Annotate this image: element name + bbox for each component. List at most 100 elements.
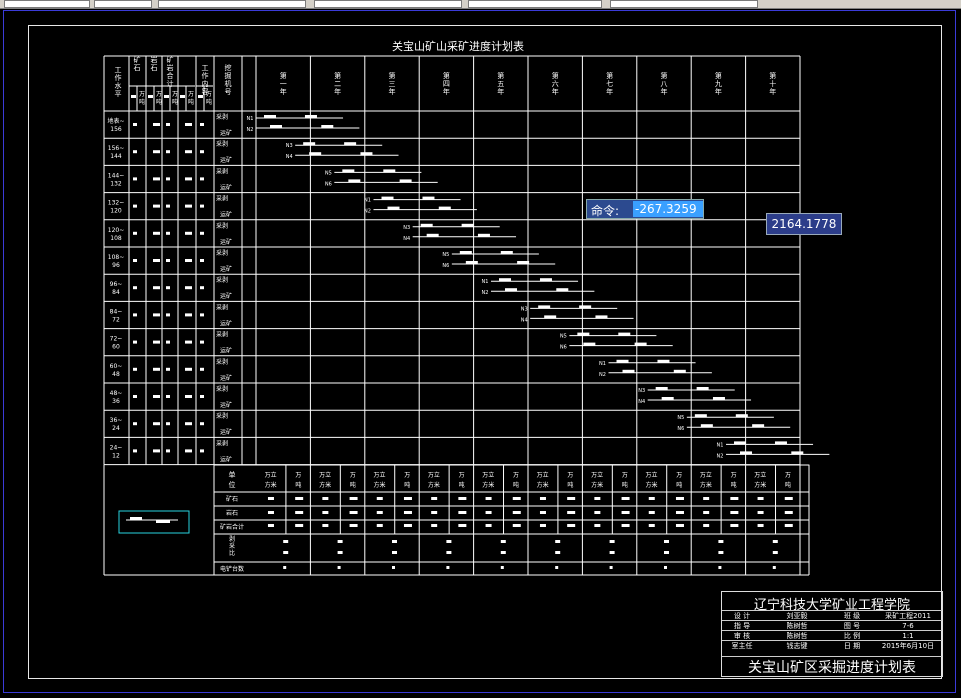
level-value-bar — [200, 204, 204, 208]
level-label: 72~ — [110, 336, 123, 343]
gantt-bar — [309, 152, 322, 156]
level-value-bar — [200, 286, 204, 290]
summary-unit-b: 吨 — [731, 481, 737, 489]
command-input[interactable]: -267.3259 — [633, 201, 703, 217]
summary-row-ratio: 剥 — [229, 535, 235, 543]
ratio-bar — [664, 551, 669, 554]
level-value-bar — [166, 123, 170, 126]
work-label-bottom: 运矿 — [220, 347, 232, 355]
summary-value-bar — [458, 524, 467, 527]
level-label: 156~ — [108, 145, 124, 152]
level-label: 144 — [110, 153, 122, 160]
summary-value-bar — [403, 497, 412, 500]
gantt-bar — [499, 278, 512, 282]
year-header: 三 — [389, 80, 396, 88]
summary-value-bar — [458, 511, 467, 514]
gantt-bar — [381, 196, 394, 200]
work-label-bottom: 运矿 — [220, 265, 232, 273]
summary-unit-a: 万立 — [754, 471, 766, 479]
gantt-bar — [577, 332, 590, 336]
summary-unit-a: 方米 — [645, 481, 657, 489]
shovel-count-bar — [555, 566, 559, 569]
level-value-bar — [185, 231, 192, 235]
gantt-bar — [500, 251, 513, 254]
level-value-bar — [153, 422, 160, 426]
summary-row-total: 矿岩合计 — [220, 523, 244, 531]
unit-marker — [164, 95, 169, 98]
gantt-bar — [634, 342, 647, 346]
level-value-bar — [153, 231, 160, 235]
summary-unit-a: 方米 — [754, 481, 766, 489]
level-value-bar — [133, 340, 137, 344]
gantt-bar — [360, 152, 373, 156]
year-header: 十 — [769, 79, 776, 88]
level-value-bar — [200, 395, 204, 398]
gantt-bar — [420, 223, 433, 227]
shovel-label: N1 — [364, 198, 371, 204]
summary-unit-a: 万立 — [265, 471, 277, 479]
header-level: 工 — [115, 66, 122, 74]
shovel-count-bar — [664, 566, 667, 569]
level-value-bar — [133, 395, 137, 398]
gantt-bar — [387, 206, 400, 210]
gantt-bar — [399, 179, 412, 183]
summary-value-bar — [403, 511, 412, 514]
header-level: 平 — [115, 90, 122, 98]
shovel-label: N4 — [286, 154, 293, 160]
year-header: 九 — [715, 79, 722, 88]
level-label: 84~ — [110, 308, 123, 315]
summary-unit-b: 吨 — [513, 481, 519, 489]
level-value-bar — [133, 204, 137, 208]
summary-unit-b: 吨 — [295, 481, 301, 489]
gantt-bar — [774, 441, 787, 445]
gantt-bar — [465, 261, 478, 264]
legend-bar — [156, 520, 170, 523]
year-header: 年 — [661, 87, 668, 96]
coordinate-tooltip: 2164.1778 — [766, 213, 842, 235]
summary-value-bar — [539, 511, 546, 514]
year-header: 年 — [443, 87, 450, 96]
shovel-label: N5 — [677, 415, 684, 421]
year-header: 年 — [334, 87, 341, 96]
summary-value-bar — [485, 524, 492, 527]
gantt-bar — [422, 196, 435, 200]
work-label-bottom: 运矿 — [220, 238, 232, 246]
level-value-bar — [153, 286, 160, 290]
ratio-bar — [555, 551, 561, 554]
year-header: 四 — [443, 80, 450, 88]
summary-unit-a: 万立 — [645, 471, 657, 479]
level-label: 12 — [112, 452, 120, 459]
level-value-bar — [185, 259, 192, 262]
year-header: 第 — [389, 71, 396, 80]
shovel-label: N2 — [364, 209, 371, 215]
summary-value-bar — [512, 511, 521, 514]
gantt-bar — [694, 414, 707, 418]
summary-value-bar — [730, 497, 739, 500]
header-ore: 矿 — [134, 55, 141, 64]
summary-unit-b: 吨 — [567, 481, 573, 489]
summary-unit-a: 方米 — [265, 481, 277, 489]
gantt-bar — [618, 332, 631, 336]
summary-value-bar — [376, 524, 383, 527]
shovel-label: N4 — [403, 236, 410, 242]
gantt-bar — [622, 369, 635, 373]
shovel-count-bar — [446, 566, 450, 569]
summary-value-bar — [675, 524, 684, 527]
shovel-label: N3 — [638, 388, 645, 394]
summary-value-bar — [267, 511, 274, 514]
gantt-bar — [735, 414, 748, 418]
summary-value-bar — [295, 524, 304, 527]
gantt-bar — [270, 125, 282, 128]
command-prompt[interactable]: 命令: -267.3259 — [586, 199, 704, 219]
work-label-top: 采剥 — [216, 385, 228, 393]
gantt-bar — [696, 387, 709, 390]
summary-row-ratio: 比 — [229, 549, 235, 557]
level-value-bar — [153, 340, 160, 344]
ratio-bar — [446, 540, 452, 543]
level-value-bar — [166, 367, 170, 371]
gantt-bar — [264, 115, 276, 118]
shovel-label: N5 — [325, 170, 332, 176]
year-header: 年 — [280, 87, 287, 96]
year-header: 年 — [497, 87, 504, 96]
work-label-top: 采剥 — [216, 249, 228, 257]
